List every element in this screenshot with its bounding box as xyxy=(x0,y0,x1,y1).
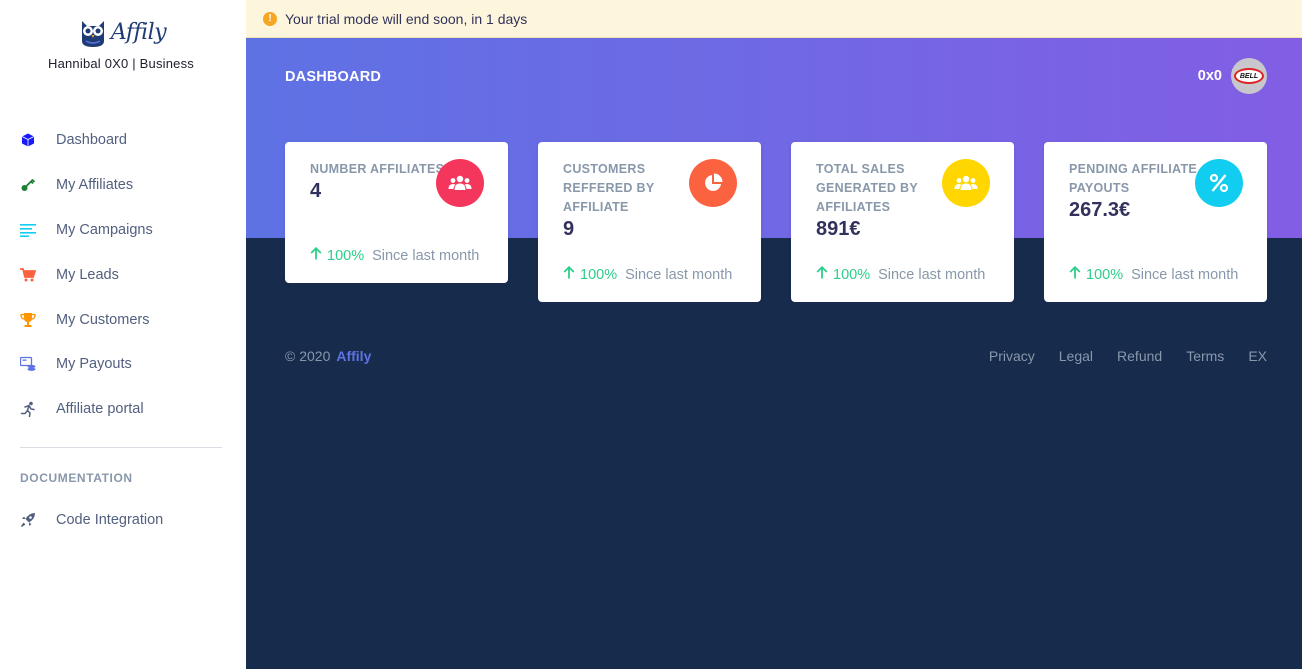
card-value: 9 xyxy=(563,218,575,240)
stat-card-customers-referred: CUSTOMERS REFFERED BY AFFILIATE 9 100% S… xyxy=(538,142,761,302)
card-title: NUMBER AFFILIATES xyxy=(310,162,445,176)
card-title: TOTAL SALES GENERATED BY AFFILIATES xyxy=(816,162,918,214)
card-footer: 100% Since last month xyxy=(1069,265,1239,283)
list-icon xyxy=(20,222,36,238)
payout-icon xyxy=(20,356,36,372)
card-since: Since last month xyxy=(372,247,480,264)
footer: © 2020 Affily Privacy Legal Refund Terms … xyxy=(285,348,1267,368)
sidebar-item-affiliates[interactable]: My Affiliates xyxy=(0,163,246,208)
card-since: Since last month xyxy=(878,266,986,283)
card-change: 100% xyxy=(580,266,618,283)
user-menu[interactable]: 0x0 BELL xyxy=(1198,58,1267,94)
stat-card-total-sales: TOTAL SALES GENERATED BY AFFILIATES 891€… xyxy=(791,142,1014,302)
pie-chart-icon xyxy=(689,159,737,207)
arrow-up-icon xyxy=(1069,265,1081,283)
trial-text: Your trial mode will end soon, in 1 days xyxy=(285,10,528,27)
sidebar-item-label: My Affiliates xyxy=(56,177,134,194)
sidebar-divider xyxy=(20,447,222,448)
footer-link-ex[interactable]: EX xyxy=(1248,348,1267,364)
brand-subtitle: Hannibal 0X0 | Business xyxy=(47,56,194,71)
page-title: DASHBOARD xyxy=(285,69,382,85)
documentation-heading: DOCUMENTATION xyxy=(20,471,133,485)
footer-links: Privacy Legal Refund Terms EX xyxy=(965,348,1267,364)
sidebar-item-campaigns[interactable]: My Campaigns xyxy=(0,208,246,253)
percent-icon xyxy=(1195,159,1243,207)
card-footer: 100% Since last month xyxy=(310,246,480,264)
arrow-up-icon xyxy=(563,265,575,283)
rocket-icon xyxy=(20,512,36,528)
arrow-up-icon xyxy=(310,246,322,264)
footer-link-terms[interactable]: Terms xyxy=(1186,348,1224,364)
card-footer: 100% Since last month xyxy=(563,265,733,283)
users-icon xyxy=(436,159,484,207)
warning-icon: ! xyxy=(263,11,277,26)
card-since: Since last month xyxy=(625,266,733,283)
avatar[interactable]: BELL xyxy=(1231,58,1267,94)
brand-name: Affily xyxy=(110,19,167,45)
main-content: ! Your trial mode will end soon, in 1 da… xyxy=(246,0,1302,669)
sidebar-item-affiliate-portal[interactable]: Affiliate portal xyxy=(0,387,246,432)
sidebar-item-customers[interactable]: My Customers xyxy=(0,297,246,342)
card-value: 891€ xyxy=(816,218,861,240)
running-icon xyxy=(20,401,36,418)
stat-card-number-affiliates: NUMBER AFFILIATES 4 100% Since last mont… xyxy=(285,142,508,283)
sidebar-item-code-integration[interactable]: Code Integration xyxy=(0,498,246,543)
footer-link-privacy[interactable]: Privacy xyxy=(989,348,1035,364)
brand: Affily Hannibal 0X0 | Business xyxy=(0,14,242,72)
sidebar-item-label: My Customers xyxy=(56,311,150,328)
trophy-icon xyxy=(20,312,36,328)
copyright-text: © 2020 xyxy=(285,348,331,364)
sidebar-item-label: My Leads xyxy=(56,266,119,283)
sidebar-item-label: Affiliate portal xyxy=(56,401,144,418)
sidebar-item-label: My Campaigns xyxy=(56,221,153,238)
footer-link-refund[interactable]: Refund xyxy=(1117,348,1162,364)
key-icon xyxy=(20,177,36,193)
brand-logo[interactable]: Affily xyxy=(76,14,167,50)
sidebar: Affily Hannibal 0X0 | Business Dashboard… xyxy=(0,0,246,669)
card-change: 100% xyxy=(833,266,871,283)
sidebar-item-payouts[interactable]: My Payouts xyxy=(0,342,246,387)
copyright: © 2020 Affily xyxy=(285,348,371,364)
documentation-nav: Code Integration xyxy=(0,498,246,543)
sidebar-item-leads[interactable]: My Leads xyxy=(0,252,246,297)
card-title: CUSTOMERS REFFERED BY AFFILIATE xyxy=(563,162,655,214)
sidebar-item-dashboard[interactable]: Dashboard xyxy=(0,118,246,163)
card-title: PENDING AFFILIATE PAYOUTS xyxy=(1069,162,1198,195)
card-since: Since last month xyxy=(1131,266,1239,283)
cube-icon xyxy=(20,132,36,148)
stat-card-pending-payouts: PENDING AFFILIATE PAYOUTS 267.3€ 100% Si… xyxy=(1044,142,1267,302)
card-change: 100% xyxy=(327,247,365,264)
footer-link-legal[interactable]: Legal xyxy=(1059,348,1093,364)
arrow-up-icon xyxy=(816,265,828,283)
sidebar-item-label: Dashboard xyxy=(56,132,127,149)
cart-icon xyxy=(20,267,36,283)
footer-brand-link[interactable]: Affily xyxy=(336,348,371,364)
sidebar-item-label: Code Integration xyxy=(56,512,164,529)
sidebar-item-label: My Payouts xyxy=(56,356,132,373)
owl-icon xyxy=(81,21,104,47)
stats-cards: NUMBER AFFILIATES 4 100% Since last mont… xyxy=(285,142,1267,302)
trial-banner: ! Your trial mode will end soon, in 1 da… xyxy=(246,0,1302,38)
users-icon xyxy=(942,159,990,207)
card-footer: 100% Since last month xyxy=(816,265,986,283)
sidebar-nav: Dashboard My Affiliates My Campaigns My … xyxy=(0,118,246,432)
user-name[interactable]: 0x0 xyxy=(1198,68,1222,84)
card-change: 100% xyxy=(1086,266,1124,283)
avatar-text: BELL xyxy=(1239,72,1259,80)
avatar-badge: BELL xyxy=(1234,68,1264,84)
